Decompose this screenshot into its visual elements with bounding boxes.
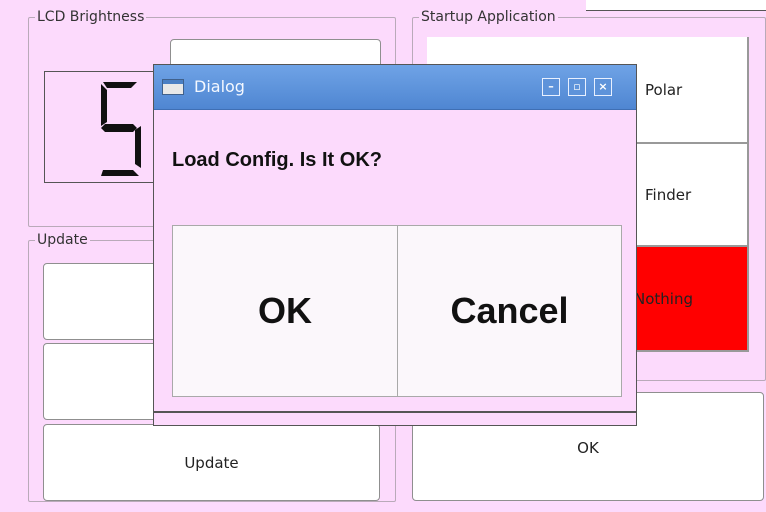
dialog-window: Dialog – ▫ × Load Config. Is It OK? OK C… — [153, 64, 637, 426]
startup-finder-label: Finder — [645, 185, 692, 204]
lcd-digit-five: 5 — [101, 82, 141, 176]
startup-nothing-label: Nothing — [634, 289, 693, 308]
dialog-title: Dialog — [194, 77, 245, 96]
dialog-message: Load Config. Is It OK? — [172, 149, 382, 171]
startup-ok-label: OK — [577, 439, 599, 457]
update-button[interactable]: Update — [43, 424, 380, 501]
close-icon[interactable]: × — [594, 78, 612, 96]
dialog-ok-button[interactable]: OK — [172, 225, 398, 397]
maximize-icon[interactable]: ▫ — [568, 78, 586, 96]
update-button-label: Update — [184, 453, 239, 472]
dialog-cancel-button[interactable]: Cancel — [397, 225, 622, 397]
startup-application-legend: Startup Application — [421, 9, 556, 25]
dialog-cancel-label: Cancel — [450, 290, 569, 331]
lcd-brightness-legend: LCD Brightness — [37, 9, 145, 25]
minimize-icon[interactable]: – — [542, 78, 560, 96]
startup-polar-label: Polar — [645, 80, 683, 99]
dialog-ok-label: OK — [258, 290, 312, 331]
lcd-display: 5 — [44, 71, 154, 183]
window-icon — [162, 79, 184, 95]
dialog-footer-line — [154, 411, 636, 423]
dialog-titlebar[interactable]: Dialog – ▫ × — [154, 65, 636, 110]
update-legend: Update — [37, 232, 88, 248]
